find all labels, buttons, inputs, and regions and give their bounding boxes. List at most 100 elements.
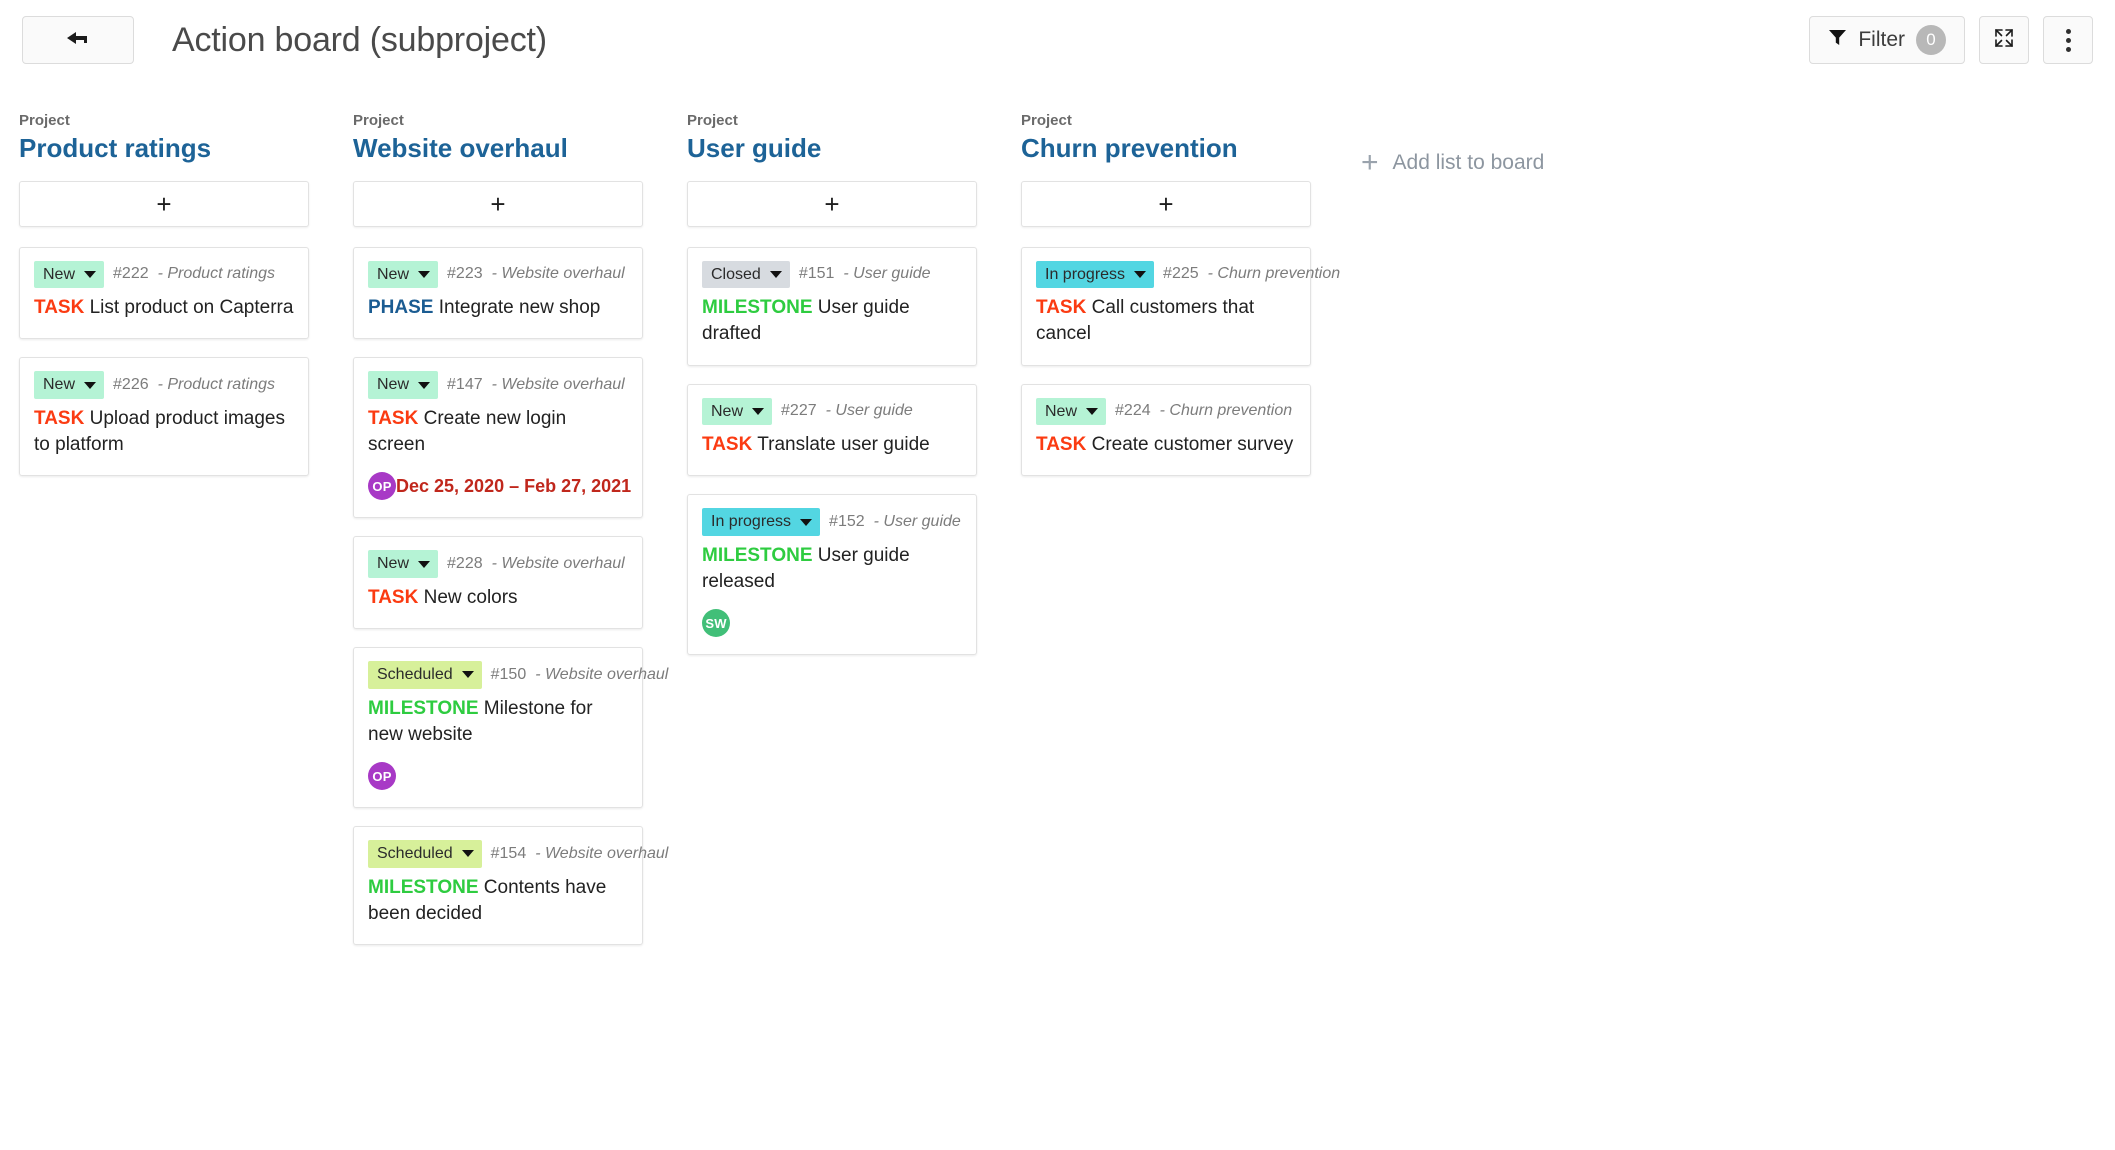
card-meta: New #222 - Product ratings: [34, 261, 294, 289]
card-footer: OPDec 25, 2020 – Feb 27, 2021: [368, 472, 628, 500]
card-project-name: - Product ratings: [158, 265, 275, 283]
card-type-tag: MILESTONE: [702, 297, 813, 318]
card-id: #227: [781, 402, 817, 420]
card-type-tag: MILESTONE: [702, 545, 813, 566]
board-card[interactable]: New#227- User guideTASK Translate user g…: [687, 384, 977, 477]
filter-label: Filter: [1858, 28, 1905, 52]
chevron-down-icon: [418, 382, 430, 389]
board-card[interactable]: Scheduled#154- Website overhaulMILESTONE…: [353, 826, 643, 945]
status-badge[interactable]: New: [702, 398, 772, 426]
card-project-name: - User guide: [843, 265, 930, 283]
card-id: #151: [799, 265, 835, 283]
card-title: TASK Upload product images to platform: [34, 406, 294, 458]
filter-button[interactable]: Filter 0: [1809, 16, 1965, 64]
status-badge[interactable]: New: [1036, 398, 1106, 426]
board-column: ProjectWebsite overhaul+New#223- Website…: [353, 112, 643, 963]
plus-icon: +: [156, 191, 171, 217]
card-title-text: New colors: [418, 587, 517, 608]
card-project-name: - Website overhaul: [535, 845, 668, 863]
card-footer: OP: [368, 762, 628, 790]
avatar[interactable]: OP: [368, 472, 396, 500]
funnel-icon: [1828, 28, 1847, 52]
chevron-down-icon: [418, 561, 430, 568]
add-card-button[interactable]: +: [353, 181, 643, 227]
status-badge[interactable]: Scheduled: [368, 661, 482, 689]
card-project-name: - Website overhaul: [535, 666, 668, 684]
card-title: TASK List product on Capterra: [34, 295, 294, 321]
board-card[interactable]: In progress#225- Churn preventionTASK Ca…: [1021, 247, 1311, 366]
status-badge[interactable]: New: [34, 371, 104, 399]
header-actions: Filter 0: [1809, 16, 2093, 64]
chevron-down-icon: [462, 850, 474, 857]
board-card[interactable]: Closed#151- User guideMILESTONE User gui…: [687, 247, 977, 366]
chevron-down-icon: [752, 408, 764, 415]
chevron-down-icon: [418, 271, 430, 278]
status-badge-label: New: [43, 264, 75, 286]
status-badge-label: In progress: [711, 511, 791, 533]
add-list-to-board-button[interactable]: +Add list to board: [1355, 148, 1544, 178]
back-button[interactable]: [22, 16, 134, 64]
card-type-tag: TASK: [34, 297, 84, 318]
card-type-tag: MILESTONE: [368, 877, 479, 898]
card-id: #147: [447, 376, 483, 394]
board-card[interactable]: New #222 - Product ratings TASK List produc…: [19, 247, 309, 340]
card-project-name: - User guide: [826, 402, 913, 420]
card-title: TASK New colors: [368, 585, 628, 611]
column-title[interactable]: Website overhaul: [353, 132, 643, 165]
avatar[interactable]: SW: [702, 609, 730, 637]
chevron-down-icon: [1086, 408, 1098, 415]
status-badge[interactable]: In progress: [1036, 261, 1154, 289]
column-title[interactable]: Product ratings: [19, 132, 309, 165]
card-id: #222: [113, 265, 149, 283]
card-project-name: - Website overhaul: [492, 555, 625, 573]
card-id: #225: [1163, 265, 1199, 283]
status-badge-label: New: [377, 553, 409, 575]
add-card-button[interactable]: +: [19, 181, 309, 227]
card-title: TASK Call customers that cancel: [1036, 295, 1296, 347]
status-badge-label: New: [43, 374, 75, 396]
card-title: MILESTONE User guide released: [702, 543, 962, 595]
card-title: PHASE Integrate new shop: [368, 295, 628, 321]
status-badge-label: New: [1045, 401, 1077, 423]
filter-count-badge: 0: [1916, 25, 1946, 55]
card-date-range: Dec 25, 2020 – Feb 27, 2021: [396, 476, 631, 497]
status-badge[interactable]: New: [34, 261, 104, 289]
board-column: ProjectProduct ratings+New#222- Product …: [19, 112, 309, 494]
card-meta: New #228 - Website overhaul: [368, 550, 628, 578]
board-card[interactable]: New#224- Churn preventionTASK Create cus…: [1021, 384, 1311, 477]
card-id: #224: [1115, 402, 1151, 420]
card-project-name: - Website overhaul: [492, 265, 625, 283]
chevron-down-icon: [800, 519, 812, 526]
add-card-button[interactable]: +: [687, 181, 977, 227]
board-card[interactable]: Scheduled#150- Website overhaulMILESTONE…: [353, 647, 643, 808]
status-badge[interactable]: New: [368, 550, 438, 578]
card-title-text: Integrate new shop: [433, 297, 600, 318]
chevron-down-icon: [84, 271, 96, 278]
board-card[interactable]: In progress#152- User guideMILESTONE Use…: [687, 494, 977, 655]
avatar[interactable]: OP: [368, 762, 396, 790]
status-badge[interactable]: Scheduled: [368, 840, 482, 868]
board-card[interactable]: New#226- Product ratingsTASK Upload prod…: [19, 357, 309, 476]
card-footer: SW: [702, 609, 962, 637]
add-card-button[interactable]: +: [1021, 181, 1311, 227]
more-options-button[interactable]: [2043, 16, 2093, 64]
column-title[interactable]: User guide: [687, 132, 977, 165]
status-badge[interactable]: New: [368, 261, 438, 289]
fullscreen-button[interactable]: [1979, 16, 2029, 64]
status-badge[interactable]: New: [368, 371, 438, 399]
card-id: #150: [491, 666, 527, 684]
card-title-text: Translate user guide: [752, 434, 929, 455]
board-card[interactable]: New#147- Website overhaulTASK Create new…: [353, 357, 643, 518]
board-card[interactable]: New #228 - Website overhaul TASK New colors: [353, 536, 643, 629]
card-id: #223: [447, 265, 483, 283]
status-badge[interactable]: In progress: [702, 508, 820, 536]
column-title[interactable]: Churn prevention: [1021, 132, 1311, 165]
status-badge-label: New: [377, 264, 409, 286]
card-type-tag: TASK: [1036, 297, 1086, 318]
card-meta: Closed #151 - User guide: [702, 261, 962, 289]
card-meta: Scheduled#150- Website overhaul: [368, 661, 628, 689]
status-badge[interactable]: Closed: [702, 261, 790, 289]
card-id: #228: [447, 555, 483, 573]
board-card[interactable]: New #223 - Website overhaul PHASE Integrate…: [353, 247, 643, 340]
back-arrow-icon: [65, 29, 91, 52]
